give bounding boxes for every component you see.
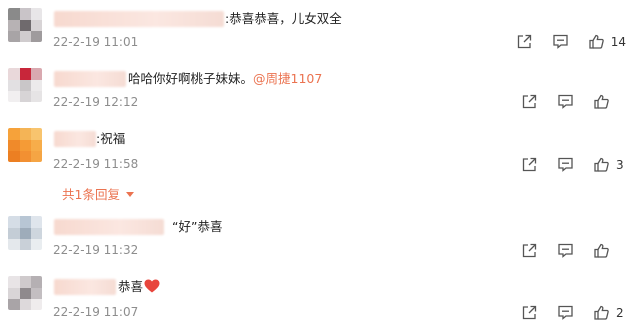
comment-icon <box>557 304 574 321</box>
comment-text: 哈哈你好啊桃子妹妹。@周捷1107 <box>128 71 323 86</box>
comment-time: 22-2-19 11:58 <box>53 157 139 171</box>
like-count: 2 <box>616 305 624 320</box>
mention-link[interactable]: @周捷1107 <box>253 71 322 86</box>
comment-actions <box>502 93 626 110</box>
share-icon <box>521 304 538 321</box>
comment-icon <box>557 156 574 173</box>
comment-time: 22-2-19 12:12 <box>53 95 139 109</box>
thumbs-up-icon <box>588 33 605 50</box>
share-button[interactable] <box>521 156 538 173</box>
comment-icon <box>552 33 569 50</box>
share-icon <box>521 242 538 259</box>
comment-text: “好”恭喜 <box>172 219 223 234</box>
comment-button[interactable] <box>552 33 569 50</box>
replies-label: 共1条回复 <box>62 187 120 202</box>
comment-time: 22-2-19 11:07 <box>53 305 139 319</box>
comment-item: :祝福 22-2-19 11:58 3 <box>0 124 640 184</box>
thumbs-up-icon <box>593 93 610 110</box>
heart-emoji-icon <box>144 279 160 298</box>
avatar[interactable] <box>8 216 42 250</box>
avatar[interactable] <box>8 68 42 102</box>
avatar[interactable] <box>8 276 42 310</box>
like-count: 14 <box>610 34 626 49</box>
avatar[interactable] <box>8 128 42 162</box>
username[interactable] <box>54 11 224 27</box>
comment-button[interactable] <box>557 304 574 321</box>
like-button[interactable]: 3 <box>593 156 626 173</box>
share-button[interactable] <box>521 242 538 259</box>
comment-text: 恭喜 <box>118 278 160 298</box>
username[interactable] <box>54 219 164 235</box>
comment-icon <box>557 93 574 110</box>
thumbs-up-icon <box>593 242 610 259</box>
view-replies-link[interactable]: 共1条回复 <box>62 184 134 203</box>
share-icon <box>521 156 538 173</box>
username[interactable] <box>54 131 96 147</box>
like-button[interactable] <box>593 242 626 259</box>
comment-time: 22-2-19 11:01 <box>53 35 139 49</box>
share-icon <box>521 93 538 110</box>
comment-item: “好”恭喜 22-2-19 11:32 <box>0 212 640 272</box>
like-button[interactable] <box>593 93 626 110</box>
like-button[interactable]: 14 <box>588 33 626 50</box>
like-count: 3 <box>616 157 624 172</box>
comment-text: :祝福 <box>96 131 126 146</box>
username[interactable] <box>54 279 116 295</box>
comment-actions: 14 <box>497 33 626 50</box>
comment-button[interactable] <box>557 242 574 259</box>
comment-button[interactable] <box>557 156 574 173</box>
comment-actions: 3 <box>502 156 626 173</box>
comment-item: 哈哈你好啊桃子妹妹。@周捷1107 22-2-19 12:12 <box>0 64 640 124</box>
thumbs-up-icon <box>593 304 610 321</box>
comment-item: 恭喜 22-2-19 11:07 2 <box>0 272 640 331</box>
like-button[interactable]: 2 <box>593 304 626 321</box>
share-button[interactable] <box>521 304 538 321</box>
comment-icon <box>557 242 574 259</box>
comment-text: :恭喜恭喜，儿女双全 <box>225 11 342 26</box>
comment-button[interactable] <box>557 93 574 110</box>
comment-actions: 2 <box>502 304 626 321</box>
avatar[interactable] <box>8 8 42 42</box>
share-icon <box>516 33 533 50</box>
thumbs-up-icon <box>593 156 610 173</box>
comment-time: 22-2-19 11:32 <box>53 243 139 257</box>
share-button[interactable] <box>521 93 538 110</box>
share-button[interactable] <box>516 33 533 50</box>
caret-down-icon <box>125 186 134 201</box>
comment-actions <box>502 242 626 259</box>
comment-item: :恭喜恭喜，儿女双全 22-2-19 11:01 14 <box>0 4 640 64</box>
username[interactable] <box>54 71 126 87</box>
